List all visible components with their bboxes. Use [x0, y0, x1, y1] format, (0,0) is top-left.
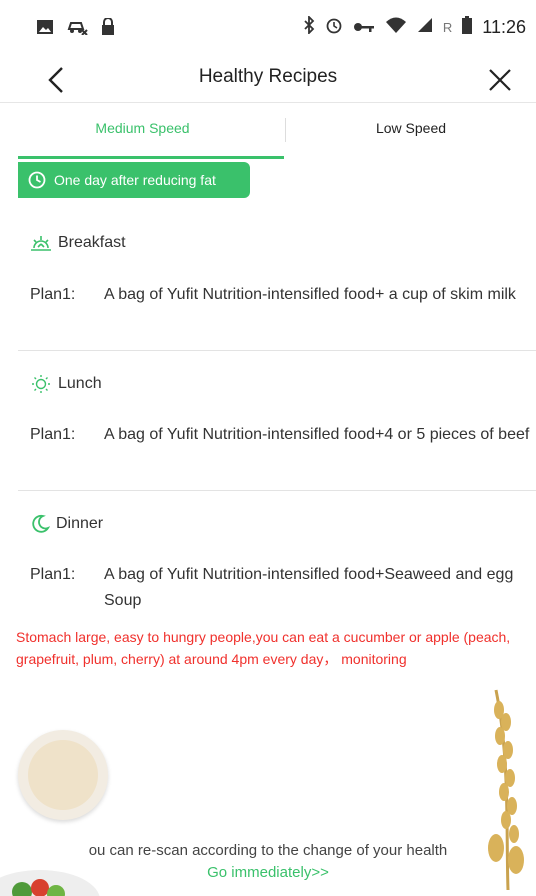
close-icon: [489, 69, 511, 91]
tab-medium-speed[interactable]: Medium Speed: [0, 120, 285, 136]
sunrise-icon: [31, 236, 51, 251]
breakfast-plan-label: Plan1:: [30, 286, 76, 303]
section-dinner-title: Dinner: [30, 514, 103, 534]
lunch-plan-label: Plan1:: [30, 426, 76, 443]
sun-icon: [32, 375, 50, 393]
status-bar: R 11:26: [0, 0, 536, 56]
section-lunch-title: Lunch: [30, 374, 102, 394]
footer-area: ou can re-scan according to the change o…: [0, 680, 536, 896]
battery-icon: [462, 16, 473, 39]
tab-low-speed[interactable]: Low Speed: [286, 120, 536, 136]
status-left-icons: [36, 17, 116, 41]
alarm-icon: [325, 16, 343, 39]
section-breakfast-title: Breakfast: [30, 234, 126, 252]
dinner-label: Dinner: [56, 515, 104, 532]
vpn-key-icon: [353, 17, 375, 38]
wifi-icon: [385, 16, 407, 39]
breakfast-label: Breakfast: [58, 234, 126, 251]
active-tab-indicator: [18, 156, 284, 159]
dinner-plan-label: Plan1:: [30, 566, 76, 583]
signal-icon: [417, 17, 433, 38]
moon-icon: [32, 514, 50, 533]
lunch-plan-text: A bag of Yufit Nutrition-intensifled foo…: [104, 426, 530, 443]
lunch-label: Lunch: [58, 375, 102, 392]
rescan-text: ou can re-scan according to the change o…: [88, 842, 448, 859]
breakfast-plan-text: A bag of Yufit Nutrition-intensifled foo…: [104, 286, 516, 303]
divider: [18, 350, 536, 351]
speed-tabs: Medium Speed Low Speed: [0, 102, 536, 159]
clock-icon: [28, 171, 46, 189]
close-button[interactable]: [482, 62, 518, 98]
go-immediately-link[interactable]: Go immediately>>: [0, 864, 536, 881]
image-icon: [36, 19, 54, 40]
page-title: Healthy Recipes: [198, 66, 338, 87]
day-badge-label: One day after reducing fat: [54, 172, 216, 188]
advice-note: Stomach large, easy to hungry people,you…: [16, 629, 511, 667]
clock-time: 11:26: [482, 17, 526, 37]
lock-icon: [100, 17, 116, 41]
oatmeal-bowl-image: [18, 730, 108, 820]
day-badge: One day after reducing fat: [18, 162, 250, 198]
status-right-icons: R 11:26: [303, 14, 526, 39]
dinner-plan-text: A bag of Yufit Nutrition-intensifled foo…: [104, 566, 514, 609]
car-icon: [66, 19, 88, 40]
network-label: R: [442, 20, 453, 35]
app-bar: Healthy Recipes: [0, 56, 536, 103]
divider: [18, 490, 536, 491]
bluetooth-icon: [303, 14, 315, 39]
